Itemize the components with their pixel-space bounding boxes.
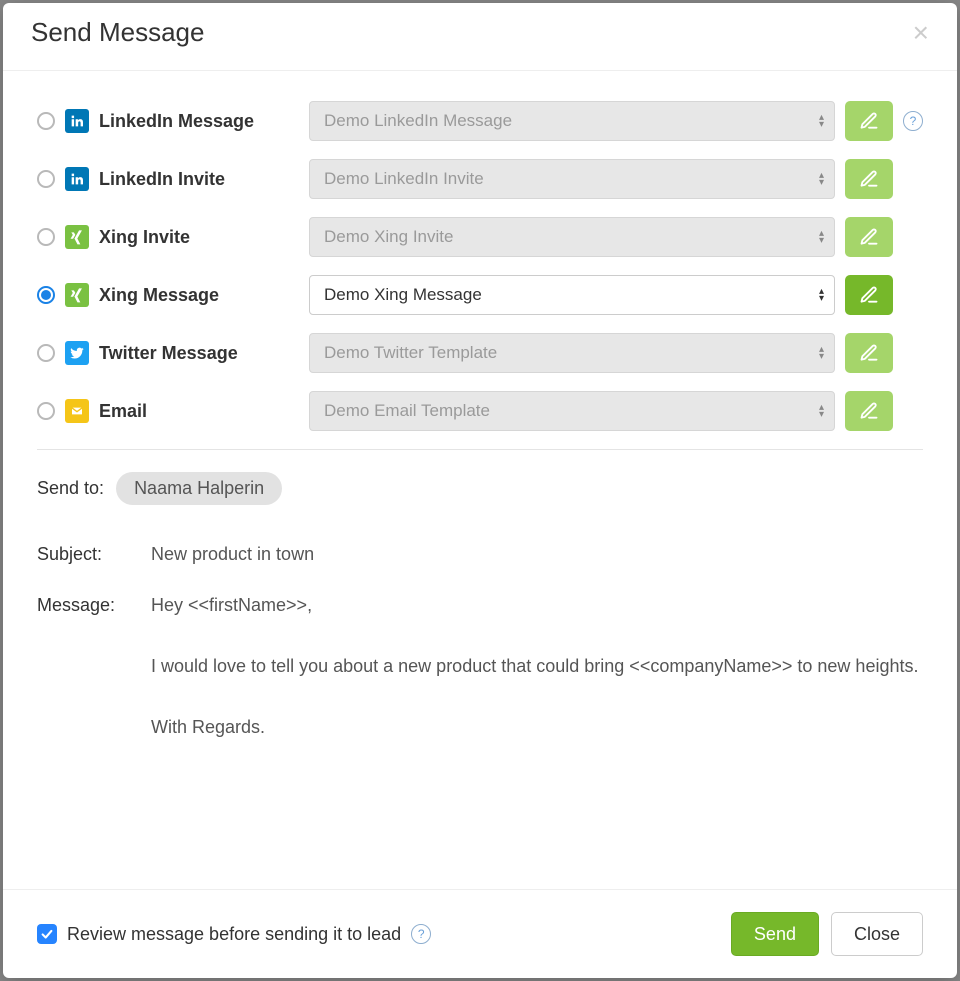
template-select-value: Demo LinkedIn Invite — [324, 169, 484, 189]
message-value: Hey <<firstName>>, I would love to tell … — [151, 590, 918, 743]
template-select-linkedin-invite: Demo LinkedIn Invite ▴▾ — [309, 159, 835, 199]
review-checkbox[interactable] — [37, 924, 57, 944]
template-select-value: Demo Email Template — [324, 401, 490, 421]
template-select-linkedin-message: Demo LinkedIn Message ▴▾ — [309, 101, 835, 141]
send-message-modal: Send Message × LinkedIn Message Demo Lin… — [3, 3, 957, 978]
channel-row-twitter-message: Twitter Message Demo Twitter Template ▴▾ — [37, 333, 923, 373]
channel-radio-twitter-message[interactable] — [37, 344, 55, 362]
channel-radio-linkedin-message[interactable] — [37, 112, 55, 130]
channel-label-email: Email — [99, 401, 299, 422]
modal-footer: Review message before sending it to lead… — [3, 889, 957, 978]
channel-label-linkedin-message: LinkedIn Message — [99, 111, 299, 132]
channel-radio-linkedin-invite[interactable] — [37, 170, 55, 188]
select-arrows-icon: ▴▾ — [819, 172, 824, 186]
modal-body: LinkedIn Message Demo LinkedIn Message ▴… — [3, 71, 957, 889]
template-select-value: Demo Twitter Template — [324, 343, 497, 363]
template-select-twitter-message: Demo Twitter Template ▴▾ — [309, 333, 835, 373]
edit-template-button-email[interactable] — [845, 391, 893, 431]
edit-icon — [859, 111, 879, 131]
message-row: Message: Hey <<firstName>>, I would love… — [37, 590, 923, 743]
edit-template-button-xing-invite[interactable] — [845, 217, 893, 257]
edit-icon — [859, 227, 879, 247]
channel-radio-email[interactable] — [37, 402, 55, 420]
review-label: Review message before sending it to lead — [67, 924, 401, 945]
email-icon — [65, 399, 89, 423]
edit-icon — [859, 401, 879, 421]
xing-icon — [65, 225, 89, 249]
template-select-xing-invite: Demo Xing Invite ▴▾ — [309, 217, 835, 257]
subject-value: New product in town — [151, 539, 314, 570]
linkedin-icon — [65, 167, 89, 191]
edit-template-button-linkedin-message[interactable] — [845, 101, 893, 141]
channel-label-xing-invite: Xing Invite — [99, 227, 299, 248]
select-arrows-icon: ▴▾ — [819, 404, 824, 418]
select-arrows-icon: ▴▾ — [819, 288, 824, 302]
send-to-label: Send to: — [37, 478, 104, 499]
twitter-icon — [65, 341, 89, 365]
channel-label-xing-message: Xing Message — [99, 285, 299, 306]
channel-radio-xing-invite[interactable] — [37, 228, 55, 246]
select-arrows-icon: ▴▾ — [819, 114, 824, 128]
channel-row-xing-message: Xing Message Demo Xing Message ▴▾ — [37, 275, 923, 315]
channel-label-twitter-message: Twitter Message — [99, 343, 299, 364]
template-select-value: Demo Xing Message — [324, 285, 482, 305]
close-icon[interactable]: × — [913, 19, 929, 47]
close-button[interactable]: Close — [831, 912, 923, 956]
channel-radio-xing-message[interactable] — [37, 286, 55, 304]
channel-row-linkedin-invite: LinkedIn Invite Demo LinkedIn Invite ▴▾ — [37, 159, 923, 199]
edit-template-button-twitter-message[interactable] — [845, 333, 893, 373]
linkedin-icon — [65, 109, 89, 133]
channel-label-linkedin-invite: LinkedIn Invite — [99, 169, 299, 190]
subject-label: Subject: — [37, 539, 137, 570]
send-to-row: Send to: Naama Halperin — [37, 472, 923, 505]
edit-icon — [859, 169, 879, 189]
edit-template-button-xing-message[interactable] — [845, 275, 893, 315]
xing-icon — [65, 283, 89, 307]
message-label: Message: — [37, 590, 137, 743]
review-checkbox-row: Review message before sending it to lead… — [37, 924, 431, 945]
help-icon[interactable]: ? — [411, 924, 431, 944]
modal-title: Send Message — [31, 17, 204, 48]
channel-row-xing-invite: Xing Invite Demo Xing Invite ▴▾ — [37, 217, 923, 257]
modal-header: Send Message × — [3, 3, 957, 71]
separator — [37, 449, 923, 450]
select-arrows-icon: ▴▾ — [819, 230, 824, 244]
template-select-xing-message[interactable]: Demo Xing Message ▴▾ — [309, 275, 835, 315]
send-button[interactable]: Send — [731, 912, 819, 956]
template-select-email: Demo Email Template ▴▾ — [309, 391, 835, 431]
help-icon[interactable]: ? — [903, 111, 923, 131]
recipient-chip[interactable]: Naama Halperin — [116, 472, 282, 505]
template-select-value: Demo Xing Invite — [324, 227, 453, 247]
channel-row-linkedin-message: LinkedIn Message Demo LinkedIn Message ▴… — [37, 101, 923, 141]
subject-row: Subject: New product in town — [37, 539, 923, 570]
edit-icon — [859, 285, 879, 305]
select-arrows-icon: ▴▾ — [819, 346, 824, 360]
edit-icon — [859, 343, 879, 363]
edit-template-button-linkedin-invite[interactable] — [845, 159, 893, 199]
template-select-value: Demo LinkedIn Message — [324, 111, 512, 131]
channel-row-email: Email Demo Email Template ▴▾ — [37, 391, 923, 431]
